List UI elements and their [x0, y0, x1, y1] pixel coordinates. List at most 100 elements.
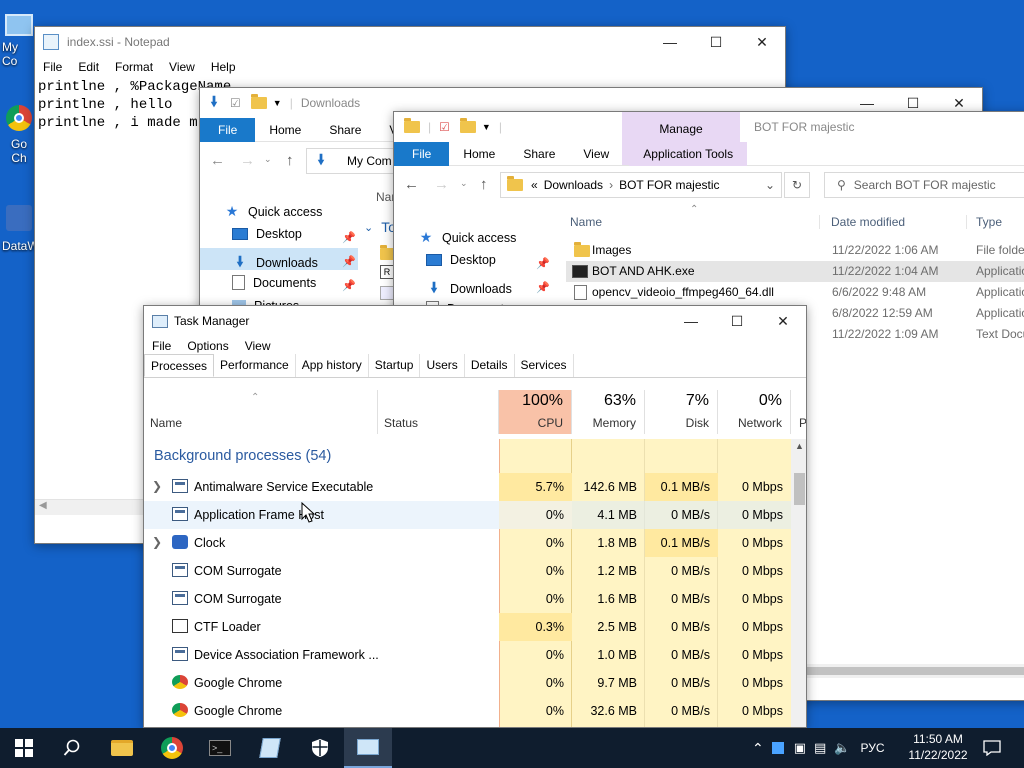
forward-button[interactable]: →: [240, 152, 255, 169]
tab-startup[interactable]: Startup: [369, 354, 421, 377]
column-header-memory[interactable]: 63% Memory: [572, 390, 645, 434]
scroll-left-icon[interactable]: ◀: [39, 500, 47, 511]
address-bar[interactable]: « Downloads › BOT FOR majestic ⌄: [500, 172, 782, 198]
tab-file[interactable]: File: [394, 141, 450, 166]
column-header-name[interactable]: Name: [144, 390, 378, 434]
pin-icon[interactable]: 📌: [342, 279, 356, 292]
menu-file[interactable]: File: [35, 57, 70, 77]
refresh-button[interactable]: ↻: [784, 172, 810, 198]
chrome-button[interactable]: [148, 728, 196, 768]
tab-app-history[interactable]: App history: [296, 354, 369, 377]
process-row[interactable]: COM Surrogate 0% 1.6 MB 0 MB/s 0 Mbps: [144, 585, 806, 613]
back-button[interactable]: ←: [404, 176, 419, 193]
menu-file[interactable]: File: [144, 336, 179, 356]
desktop-icon-chrome[interactable]: Go Ch: [2, 105, 36, 185]
task-manager-button[interactable]: [344, 728, 392, 768]
nav-quick-access[interactable]: ★ Quick access: [224, 203, 323, 220]
forward-button[interactable]: →: [434, 176, 449, 193]
group-header-partial[interactable]: ⌄ To: [364, 219, 396, 235]
dropdown-icon[interactable]: ▼: [482, 122, 491, 132]
network-icon[interactable]: ▣: [794, 740, 806, 756]
tab-services[interactable]: Services: [515, 354, 574, 377]
terminal-button[interactable]: >_: [196, 728, 244, 768]
tab-home[interactable]: Home: [255, 118, 315, 142]
wifi-icon[interactable]: ▤: [814, 740, 826, 756]
search-button[interactable]: [48, 728, 96, 768]
task-manager-titlebar[interactable]: Task Manager — ☐ ✕: [144, 306, 806, 336]
tab-share[interactable]: Share: [315, 118, 375, 142]
nav-downloads[interactable]: 🠛 Downloads: [426, 277, 511, 301]
clock[interactable]: 11:50 AM 11/22/2022: [906, 731, 970, 763]
menu-view[interactable]: View: [161, 57, 203, 77]
column-header-status[interactable]: Status: [378, 390, 499, 434]
nav-downloads[interactable]: 🠛 Downloads: [232, 251, 317, 275]
tab-processes[interactable]: Processes: [144, 354, 215, 377]
minimize-button[interactable]: —: [647, 27, 693, 57]
menu-edit[interactable]: Edit: [70, 57, 107, 77]
file-row-selected[interactable]: BOT AND AHK.exe 11/22/2022 1:04 AM Appli…: [566, 261, 1024, 282]
dropdown-icon[interactable]: ▼: [273, 98, 282, 108]
tab-users[interactable]: Users: [420, 354, 465, 377]
process-row[interactable]: CTF Loader 0.3% 2.5 MB 0 MB/s 0 Mbps: [144, 613, 806, 641]
show-hidden-icons-button[interactable]: ⌃: [752, 740, 764, 757]
nav-quick-access[interactable]: ★ Quick access: [418, 229, 517, 246]
pin-icon[interactable]: 📌: [536, 281, 550, 294]
tab-performance[interactable]: Performance: [214, 354, 296, 377]
vertical-scrollbar[interactable]: ▲: [791, 439, 806, 727]
process-row[interactable]: ❯ Clock 0% 1.8 MB 0.1 MB/s 0 Mbps: [144, 529, 806, 557]
breadcrumb-current[interactable]: BOT FOR majestic: [619, 178, 719, 192]
pin-icon[interactable]: 📌: [342, 231, 356, 244]
column-header-date[interactable]: Date modified: [831, 215, 967, 229]
maximize-button[interactable]: ☐: [693, 27, 739, 57]
tab-view[interactable]: View: [569, 142, 623, 166]
tab-file[interactable]: File: [200, 117, 256, 142]
process-row[interactable]: Device Association Framework ... 0% 1.0 MB…: [144, 641, 806, 669]
back-button[interactable]: ←: [210, 152, 225, 169]
tab-details[interactable]: Details: [465, 354, 515, 377]
close-button[interactable]: ✕: [739, 27, 785, 57]
security-button[interactable]: [296, 728, 344, 768]
column-header-network[interactable]: 0% Network: [718, 390, 791, 434]
recent-dropdown[interactable]: ⌄: [460, 178, 468, 189]
maximize-button[interactable]: ☐: [714, 306, 760, 336]
file-row[interactable]: opencv_videoio_ffmpeg460_64.dll 6/6/2022…: [566, 282, 1024, 303]
breadcrumb-downloads[interactable]: Downloads: [544, 178, 603, 192]
process-row[interactable]: Google Chrome 0% 9.7 MB 0 MB/s 0 Mbps: [144, 669, 806, 697]
column-header-cpu[interactable]: 100% CPU: [499, 390, 572, 434]
address-bar[interactable]: 🠛 My Com: [306, 148, 406, 174]
breadcrumb-overflow[interactable]: «: [531, 178, 538, 192]
group-header[interactable]: Background processes (54): [154, 448, 331, 464]
file-row[interactable]: Images 11/22/2022 1:06 AM File folde: [566, 240, 1024, 261]
action-center-button[interactable]: [970, 728, 1014, 768]
start-button[interactable]: [0, 728, 48, 768]
process-row[interactable]: Application Frame Host 0% 4.1 MB 0 MB/s 0 Mb…: [144, 501, 806, 529]
search-box[interactable]: ⚲ Search BOT FOR majestic: [824, 172, 1024, 198]
tab-share[interactable]: Share: [509, 142, 569, 166]
tab-application-tools[interactable]: Application Tools: [629, 141, 748, 166]
nav-desktop[interactable]: Desktop: [426, 253, 496, 267]
file-explorer-button[interactable]: [98, 728, 146, 768]
volume-icon[interactable]: 🔈: [834, 740, 850, 756]
desktop-icon-dataw[interactable]: DataW: [2, 205, 39, 275]
breadcrumb-segment[interactable]: My Com: [347, 154, 392, 168]
column-header-name[interactable]: Name: [570, 215, 820, 229]
pin-icon[interactable]: 📌: [536, 257, 550, 270]
scrollbar-thumb[interactable]: [806, 667, 1024, 675]
scrollbar-thumb[interactable]: [794, 473, 805, 505]
column-header-power-partial[interactable]: P: [791, 390, 806, 434]
notepad-button[interactable]: [246, 728, 294, 768]
column-header-disk[interactable]: 7% Disk: [645, 390, 718, 434]
menu-help[interactable]: Help: [203, 57, 244, 77]
process-row[interactable]: COM Surrogate 0% 1.2 MB 0 MB/s 0 Mbps: [144, 557, 806, 585]
menu-format[interactable]: Format: [107, 57, 161, 77]
up-button[interactable]: ↑: [286, 152, 294, 169]
nav-desktop[interactable]: Desktop: [232, 227, 356, 241]
column-header-type[interactable]: Type: [976, 215, 1002, 229]
close-button[interactable]: ✕: [760, 306, 806, 336]
chevron-down-icon[interactable]: ⌄: [765, 178, 775, 192]
minimize-button[interactable]: —: [668, 306, 714, 336]
process-row[interactable]: ❯ Antimalware Service Executable 5.7% 142.6…: [144, 473, 806, 501]
menu-view[interactable]: View: [237, 336, 279, 356]
nav-documents[interactable]: Documents: [232, 275, 316, 290]
expand-chevron-icon[interactable]: ❯: [152, 535, 162, 549]
